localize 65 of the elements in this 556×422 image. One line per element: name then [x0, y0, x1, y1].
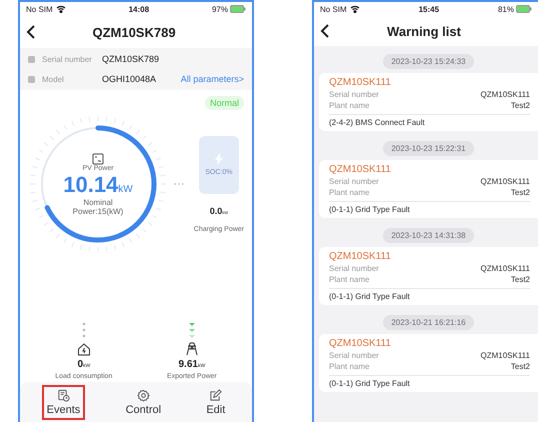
carrier-text: No SIM [26, 4, 53, 14]
warning-card[interactable]: QZM10SK111 Serial number QZM10SK111 Plant name Test2 (2-4-2) BMS Connect Fault [319, 73, 538, 131]
clock-text: 15:45 [418, 4, 440, 14]
house-icon [76, 342, 91, 356]
gear-icon [136, 389, 150, 402]
lightning-icon [214, 153, 223, 165]
plant-label: Plant name [329, 188, 370, 197]
tab-button[interactable]: Events [42, 385, 86, 420]
back-icon[interactable] [320, 24, 330, 38]
screen-title: Warning list [386, 24, 462, 38]
tab-button[interactable]: Control [120, 385, 166, 420]
info-label: Model [42, 74, 65, 84]
plant-label: Plant name [329, 275, 370, 284]
warning-card[interactable]: QZM10SK111 Serial number QZM10SK111 Plant name Test2 (0-1-1) Grid Type Fault [319, 160, 538, 218]
serial-label: Serial number [329, 264, 379, 273]
date-pill: 2023-10-23 15:24:33 [383, 54, 474, 69]
arrows-down-icon [188, 321, 195, 339]
device-name: QZM10SK111 [329, 77, 392, 88]
document-clock-icon [56, 389, 70, 402]
serial-value: QZM10SK111 [480, 351, 530, 360]
serial-value: QZM10SK111 [480, 177, 530, 186]
info-label: Serial number [42, 54, 93, 64]
serial-value: QZM10SK111 [480, 90, 530, 99]
wifi-icon [56, 5, 66, 13]
tab-button[interactable]: Edit [201, 385, 230, 420]
power-tower-icon [184, 342, 199, 356]
date-pill: 2023-10-23 15:22:31 [383, 141, 474, 156]
info-icon [28, 76, 35, 82]
battery-icon [516, 5, 532, 13]
fault-text: (2-4-2) BMS Connect Fault [329, 118, 426, 127]
fault-text: (0-1-1) Grid Type Fault [329, 205, 411, 214]
plant-value: Test2 [510, 188, 530, 197]
info-value: QZM10SK789 [102, 54, 160, 64]
plant-label: Plant name [329, 362, 370, 371]
flow-dots-icon [174, 182, 184, 186]
date-pill: 2023-10-23 14:31:38 [383, 228, 474, 243]
date-pill: 2023-10-21 16:21:16 [383, 315, 474, 330]
screen-title: QZM10SK789 [91, 24, 177, 40]
battery-icon [230, 5, 246, 13]
fault-text: (0-1-1) Grid Type Fault [329, 292, 411, 301]
device-name: QZM10SK111 [329, 164, 392, 175]
info-value: OGHI10048A [102, 74, 158, 84]
fault-text: (0-1-1) Grid Type Fault [329, 379, 411, 388]
warning-card[interactable]: QZM10SK111 Serial number QZM10SK111 Plant name Test2 (0-1-1) Grid Type Fault [319, 334, 538, 392]
plant-value: Test2 [510, 362, 530, 371]
dots-icon [80, 321, 87, 339]
plant-label: Plant name [329, 101, 370, 110]
battery-percent: 81% [498, 4, 514, 14]
info-icon [28, 56, 35, 62]
serial-value: QZM10SK111 [480, 264, 530, 273]
edit-icon [209, 389, 222, 402]
device-name: QZM10SK111 [329, 338, 392, 349]
wifi-icon [350, 5, 360, 13]
serial-label: Serial number [329, 351, 379, 360]
status-badge: Normal [204, 96, 244, 110]
carrier-text: No SIM [320, 4, 347, 14]
clock-text: 14:08 [128, 4, 150, 14]
plant-value: Test2 [510, 101, 530, 110]
device-name: QZM10SK111 [329, 251, 392, 262]
serial-label: Serial number [329, 90, 379, 99]
back-icon[interactable] [26, 25, 36, 39]
serial-label: Serial number [329, 177, 379, 186]
battery-percent: 97% [212, 4, 228, 14]
plant-value: Test2 [510, 275, 530, 284]
warning-card[interactable]: QZM10SK111 Serial number QZM10SK111 Plant name Test2 (0-1-1) Grid Type Fault [319, 247, 538, 305]
